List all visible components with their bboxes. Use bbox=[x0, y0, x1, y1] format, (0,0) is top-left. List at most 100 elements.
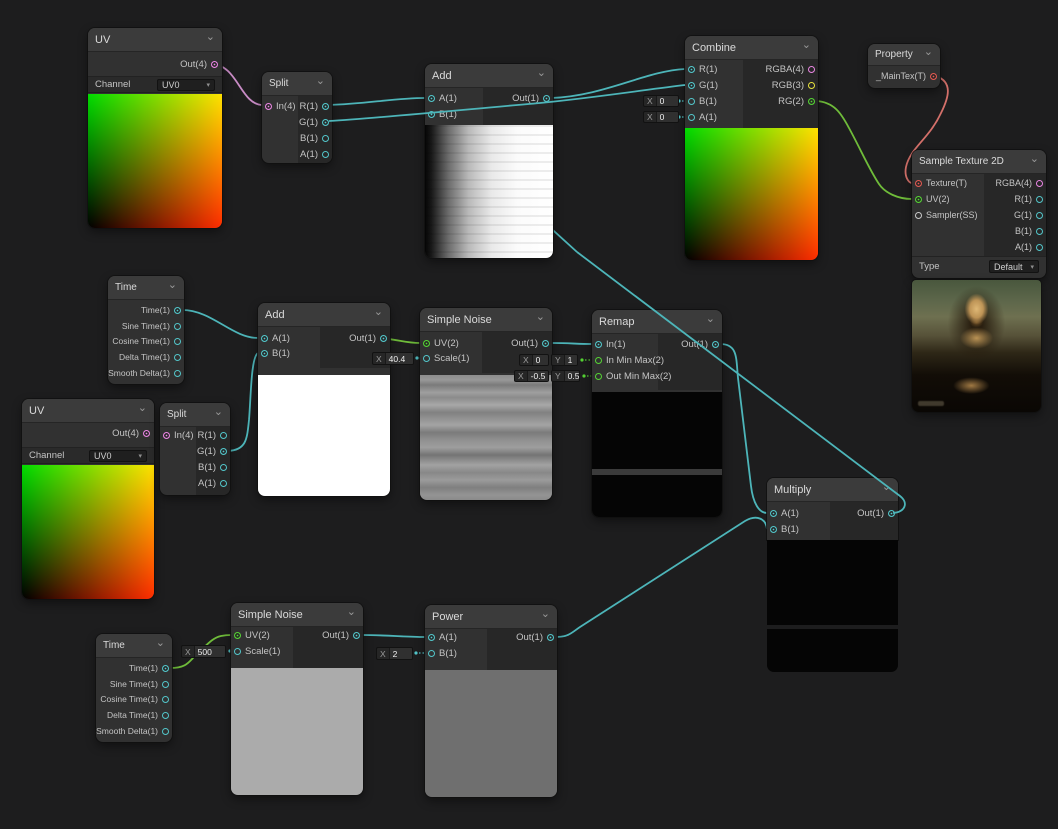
port-delta-time[interactable] bbox=[174, 353, 181, 361]
node-multiply-title-bar[interactable]: Multiply bbox=[767, 478, 898, 502]
node-time-1-title-bar[interactable]: Time bbox=[108, 276, 184, 300]
node-add-1[interactable]: Add A(1) B(1) Out(1) bbox=[425, 64, 553, 258]
chevron-down-icon[interactable] bbox=[316, 76, 325, 87]
port-b[interactable] bbox=[220, 463, 227, 471]
field-value[interactable]: 0 bbox=[655, 112, 678, 122]
port-a[interactable] bbox=[220, 479, 227, 487]
chevron-down-icon[interactable] bbox=[347, 607, 356, 618]
wire-split1-r-add1-a[interactable] bbox=[328, 97, 426, 106]
chevron-down-icon[interactable] bbox=[536, 312, 545, 323]
port-b[interactable] bbox=[428, 110, 435, 118]
port-b[interactable] bbox=[688, 97, 695, 105]
port-a[interactable] bbox=[428, 633, 435, 641]
port-g[interactable] bbox=[322, 118, 329, 126]
chevron-down-icon[interactable] bbox=[802, 40, 811, 51]
node-simple-noise-2-title-bar[interactable]: Simple Noise bbox=[231, 603, 363, 627]
chevron-down-icon[interactable] bbox=[138, 403, 147, 414]
node-sample-texture-title-bar[interactable]: Sample Texture 2D bbox=[912, 150, 1046, 174]
port-r[interactable] bbox=[1036, 195, 1043, 203]
node-uv-1[interactable]: UV Out(4) Channel UV0 bbox=[88, 28, 222, 228]
port-a[interactable] bbox=[322, 150, 329, 158]
wire-noise1-out-remap-in[interactable] bbox=[550, 342, 593, 345]
port-in-min-max[interactable] bbox=[595, 356, 602, 364]
port-out4[interactable] bbox=[143, 429, 150, 437]
field-value[interactable]: 2 bbox=[388, 648, 412, 659]
port-sampler[interactable] bbox=[915, 211, 922, 219]
node-power[interactable]: Power A(1) B(1) Out(1) bbox=[425, 605, 557, 797]
combine-b-input-field[interactable]: X 0 bbox=[643, 95, 679, 107]
type-dropdown[interactable]: Default bbox=[989, 260, 1039, 273]
port-b[interactable] bbox=[261, 349, 268, 357]
port-out[interactable] bbox=[543, 94, 550, 102]
chevron-down-icon[interactable] bbox=[541, 609, 550, 620]
node-split-2-title-bar[interactable]: Split bbox=[160, 403, 230, 427]
port-out-min-max[interactable] bbox=[595, 372, 602, 380]
port-g[interactable] bbox=[220, 447, 227, 455]
noise1-scale-field[interactable]: X 40.4 bbox=[372, 352, 414, 365]
chevron-down-icon[interactable] bbox=[168, 280, 177, 291]
port-in[interactable] bbox=[595, 340, 602, 348]
remap-out-max-field[interactable]: Y 0.5 bbox=[551, 370, 580, 382]
node-property-title-bar[interactable]: Property bbox=[868, 44, 940, 66]
channel-dropdown[interactable]: UV0 bbox=[89, 449, 147, 462]
node-remap-title-bar[interactable]: Remap bbox=[592, 310, 722, 334]
port-sine-time[interactable] bbox=[162, 680, 169, 688]
port-scale[interactable] bbox=[234, 647, 241, 655]
port-delta-time[interactable] bbox=[162, 711, 169, 719]
node-simple-noise-1-title-bar[interactable]: Simple Noise bbox=[420, 308, 552, 332]
port-rgba[interactable] bbox=[1036, 179, 1043, 187]
chevron-down-icon[interactable] bbox=[537, 68, 546, 79]
field-value[interactable]: 40.4 bbox=[384, 353, 413, 364]
port-out[interactable] bbox=[542, 339, 549, 347]
port-b[interactable] bbox=[770, 525, 777, 533]
node-add-2[interactable]: Add A(1) B(1) Out(1) bbox=[258, 303, 390, 496]
field-value[interactable]: 0 bbox=[531, 355, 548, 365]
port-in4[interactable] bbox=[163, 431, 170, 439]
port-out[interactable] bbox=[380, 334, 387, 342]
wire-split2-g-add2-b[interactable] bbox=[227, 352, 259, 452]
node-simple-noise-1[interactable]: Simple Noise UV(2) Scale(1) Out(1) bbox=[420, 308, 552, 500]
node-combine-title-bar[interactable]: Combine bbox=[685, 36, 818, 60]
remap-out-min-field[interactable]: X -0.5 bbox=[514, 370, 549, 382]
wire-remap-out-multiply-a[interactable] bbox=[719, 343, 768, 514]
node-multiply[interactable]: Multiply A(1) B(1) Out(1) bbox=[767, 478, 898, 672]
port-smooth-delta[interactable] bbox=[174, 369, 181, 377]
node-split-2[interactable]: Split In(4) R(1) G(1) B(1) A(1) bbox=[160, 403, 230, 495]
shader-graph-canvas[interactable]: UV Out(4) Channel UV0 Split In(4) R(1) G… bbox=[0, 0, 1058, 829]
port-a[interactable] bbox=[770, 509, 777, 517]
port-r[interactable] bbox=[220, 431, 227, 439]
node-remap[interactable]: Remap In(1) In Min Max(2) Out Min Max(2)… bbox=[592, 310, 722, 517]
node-time-2[interactable]: Time Time(1) Sine Time(1) Cosine Time(1)… bbox=[96, 634, 172, 742]
port-rgba[interactable] bbox=[808, 65, 815, 73]
port-rgb[interactable] bbox=[808, 81, 815, 89]
chevron-down-icon[interactable] bbox=[924, 47, 933, 58]
port-b[interactable] bbox=[428, 649, 435, 657]
port-out[interactable] bbox=[712, 340, 719, 348]
node-sample-texture-2d[interactable]: Sample Texture 2D Texture(T) UV(2) Sampl… bbox=[912, 150, 1046, 278]
node-split-1-title-bar[interactable]: Split bbox=[262, 72, 332, 96]
node-power-title-bar[interactable]: Power bbox=[425, 605, 557, 629]
node-combine[interactable]: Combine R(1) G(1) B(1) A(1) RGBA(4) RGB(… bbox=[685, 36, 818, 260]
noise2-scale-field[interactable]: X 500 bbox=[181, 645, 226, 658]
node-time-2-title-bar[interactable]: Time bbox=[96, 634, 172, 658]
node-uv-2-title-bar[interactable]: UV bbox=[22, 399, 154, 423]
channel-dropdown[interactable]: UV0 bbox=[157, 78, 215, 91]
node-property[interactable]: Property _MainTex(T) bbox=[868, 44, 940, 88]
port-r[interactable] bbox=[688, 65, 695, 73]
node-add-1-title-bar[interactable]: Add bbox=[425, 64, 553, 88]
field-value[interactable]: -0.5 bbox=[526, 371, 548, 381]
remap-in-max-field[interactable]: Y 1 bbox=[551, 354, 578, 366]
node-time-1[interactable]: Time Time(1) Sine Time(1) Cosine Time(1)… bbox=[108, 276, 184, 384]
chevron-down-icon[interactable] bbox=[1030, 154, 1039, 165]
field-value[interactable]: 0.5 bbox=[563, 371, 579, 381]
wire-noise2-out-power-a[interactable] bbox=[360, 634, 426, 638]
port-out[interactable] bbox=[353, 631, 360, 639]
chevron-down-icon[interactable] bbox=[206, 32, 215, 43]
node-uv-1-title-bar[interactable]: UV bbox=[88, 28, 222, 52]
node-uv-2[interactable]: UV Out(4) Channel UV0 bbox=[22, 399, 154, 599]
node-add-2-title-bar[interactable]: Add bbox=[258, 303, 390, 327]
node-split-1[interactable]: Split In(4) R(1) G(1) B(1) A(1) bbox=[262, 72, 332, 163]
chevron-down-icon[interactable] bbox=[706, 314, 715, 325]
field-value[interactable]: 500 bbox=[193, 646, 225, 657]
chevron-down-icon[interactable] bbox=[156, 638, 165, 649]
